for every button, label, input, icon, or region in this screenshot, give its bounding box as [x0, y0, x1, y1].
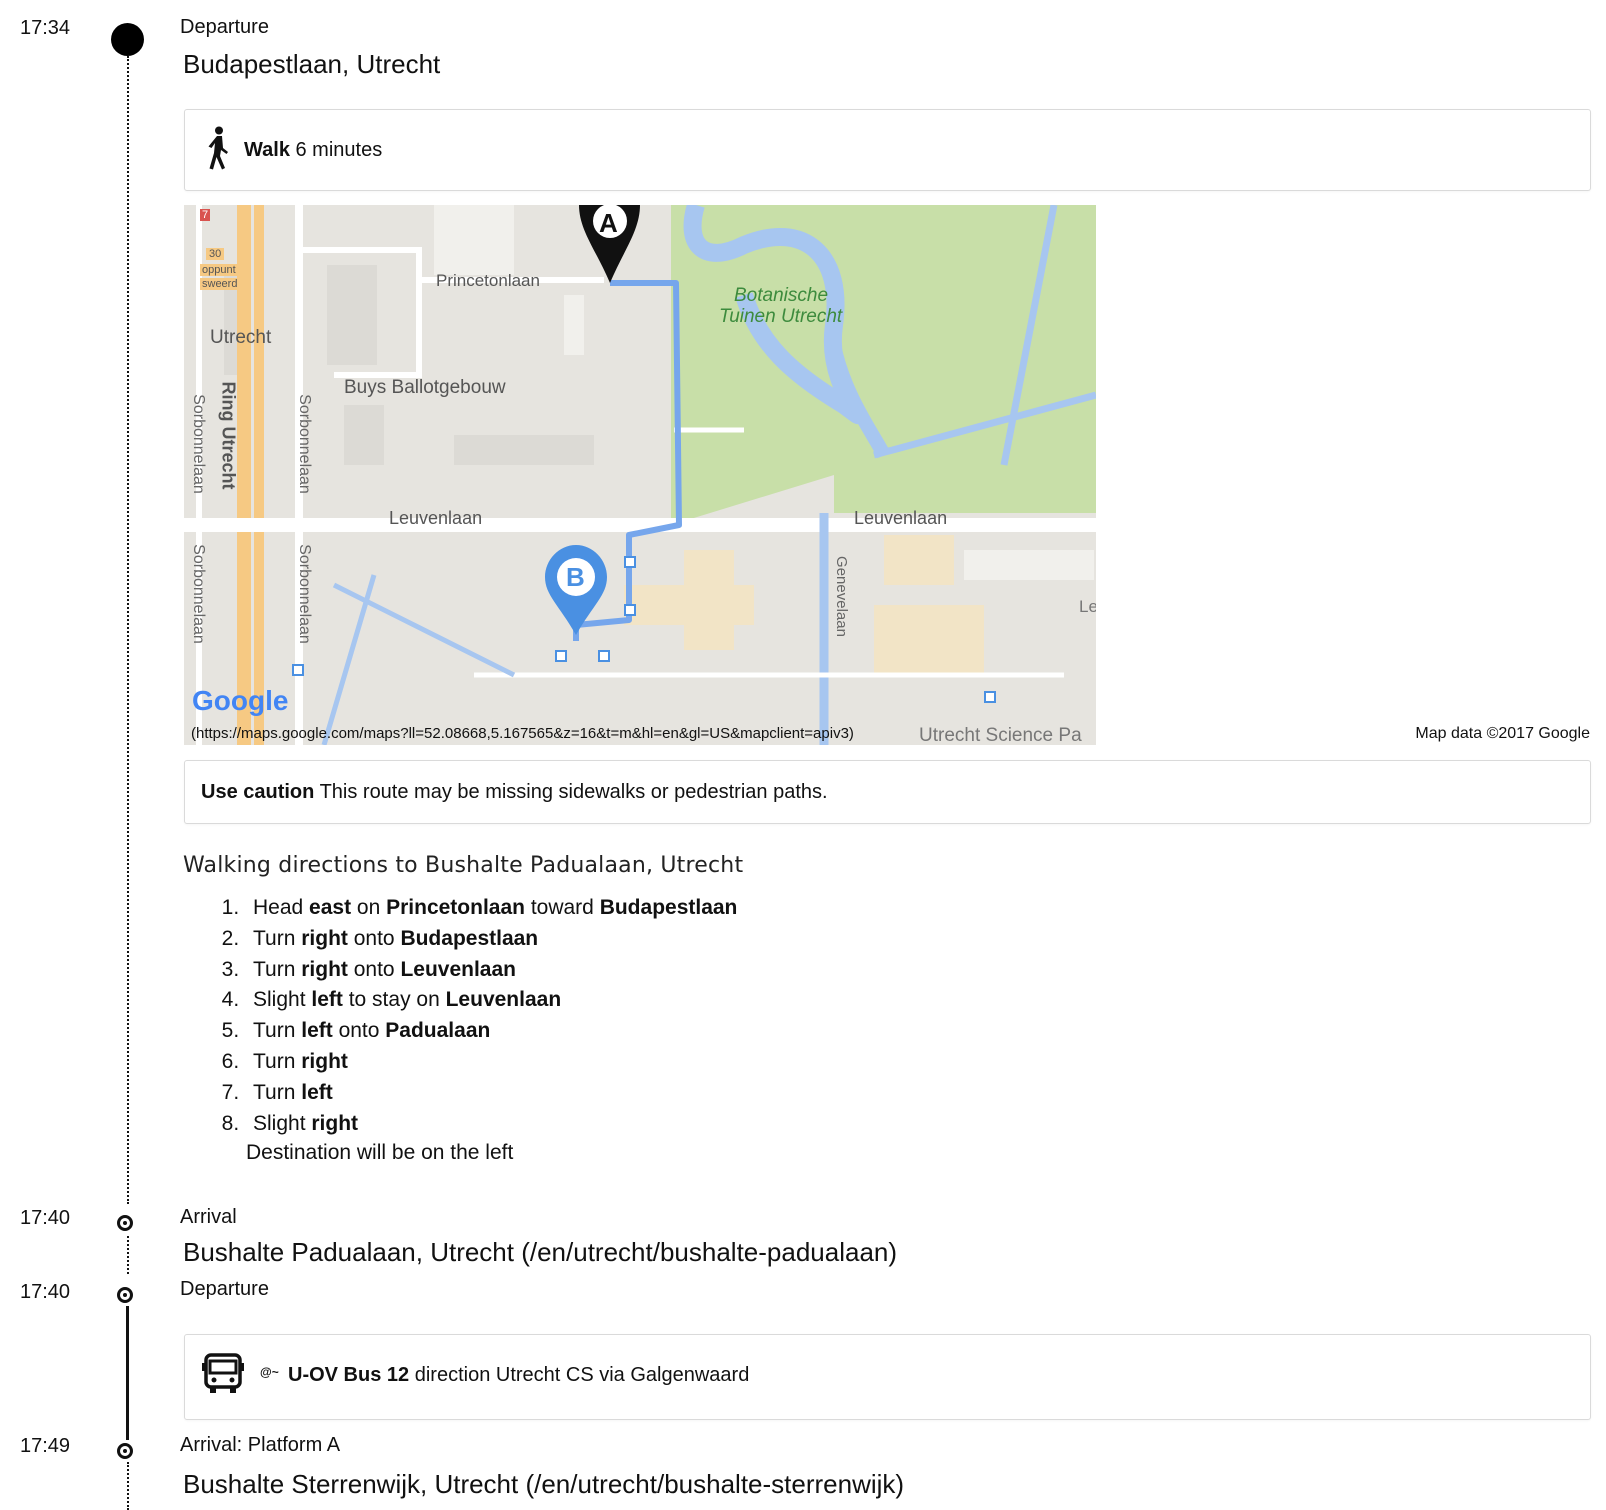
arrival-label: Arrival	[180, 1206, 237, 1228]
walking-person-icon	[205, 126, 231, 175]
timeline-transfer-line	[127, 1236, 129, 1274]
map-url[interactable]: (https://maps.google.com/maps?ll=52.0866…	[191, 725, 854, 742]
direction-step-text: Head	[253, 896, 310, 919]
bus-direction: direction Utrecht CS via Galgenwaard	[414, 1364, 750, 1386]
map-label-sorbonnelaan-2: Sorbonnelaan	[189, 394, 207, 494]
caution-message: Use caution This route may be missing si…	[201, 781, 828, 804]
direction-step-text: Turn	[253, 926, 302, 950]
transfer-departure-label: Departure	[180, 1278, 269, 1300]
direction-step-text: on	[351, 896, 387, 919]
map-label-utrecht: Utrecht	[210, 327, 272, 348]
direction-step-text: toward	[524, 896, 600, 919]
direction-step-emphasis: Padualaan	[385, 1019, 491, 1043]
direction-step-text: onto	[347, 926, 401, 950]
direction-step-text: to stay on	[342, 988, 446, 1012]
map-label-sorbonnelaan-3: Sorbonnelaan	[295, 544, 313, 644]
map-label-tuinen: Tuinen Utrecht	[719, 306, 843, 327]
marker-b[interactable]: B	[566, 562, 585, 593]
bus-card[interactable]: @~ U-OV Bus 12 direction Utrecht CS via …	[184, 1334, 1591, 1420]
marker-a[interactable]: A	[599, 208, 618, 239]
caution-title: Use caution	[201, 781, 315, 803]
caution-card: Use caution This route may be missing si…	[184, 760, 1591, 824]
map-label-sorbonnelaan-1: Sorbonnelaan	[295, 394, 313, 494]
arrival-place[interactable]: Bushalte Padualaan, Utrecht (/en/utrecht…	[183, 1237, 897, 1268]
direction-step: Turn right onto Budapestlaan	[245, 924, 737, 955]
direction-step-text: Turn	[253, 1080, 302, 1104]
caution-text: This route may be missing sidewalks or p…	[319, 781, 828, 803]
departure-label: Departure	[180, 16, 269, 38]
direction-step-text: Turn	[253, 1019, 302, 1043]
final-arrival-label: Arrival: Platform A	[180, 1434, 341, 1456]
direction-step-emphasis: left	[301, 1080, 333, 1104]
departure-time: 17:34	[20, 17, 71, 39]
map-label-le: Le	[1079, 597, 1096, 616]
direction-step-text: Turn	[253, 957, 302, 981]
direction-step-emphasis: right	[311, 1111, 359, 1135]
departure-place: Budapestlaan, Utrecht	[183, 49, 441, 79]
direction-step-text: onto	[332, 1019, 386, 1043]
direction-step-text: onto	[347, 957, 401, 981]
map-label-science: Utrecht Science Pa	[919, 725, 1082, 745]
operator-badge: @~	[260, 1365, 279, 1379]
direction-step-emphasis: right	[301, 1049, 348, 1073]
direction-step: Turn right onto Leuvenlaan	[245, 955, 737, 986]
direction-step-text: Slight	[253, 1111, 312, 1135]
direction-step-emphasis: left	[301, 1019, 333, 1043]
direction-step: Turn left	[245, 1078, 737, 1109]
direction-step: Turn left onto Padualaan	[245, 1016, 737, 1047]
map-label-sorbonnelaan-4: Sorbonnelaan	[189, 544, 207, 644]
arrival-node	[117, 1215, 133, 1231]
final-arrival-time: 17:49	[20, 1435, 71, 1457]
direction-step: Slight left to stay on Leuvenlaan	[245, 985, 737, 1016]
map-credit: Map data ©2017 Google	[1415, 725, 1590, 742]
direction-step-emphasis: right	[301, 926, 348, 950]
map-label-princetonlaan: Princetonlaan	[436, 271, 540, 290]
final-arrival-place[interactable]: Bushalte Sterrenwijk, Utrecht (/en/utrec…	[183, 1469, 904, 1500]
map-label-leuvenlaan-east: Leuvenlaan	[854, 508, 948, 528]
map-label-botanische: Botanische	[734, 285, 829, 306]
direction-step: Slight right	[245, 1109, 737, 1140]
direction-step-emphasis: left	[311, 988, 343, 1012]
bus-icon	[201, 1353, 245, 1400]
timeline-bus-line	[126, 1306, 129, 1440]
direction-step-emphasis: east	[309, 896, 352, 919]
destination-note: Destination will be on the left	[246, 1141, 514, 1164]
direction-step-text: Slight	[253, 988, 312, 1012]
transfer-departure-node	[117, 1287, 133, 1303]
direction-step-emphasis: Leuvenlaan	[445, 988, 562, 1012]
bus-summary: U-OV Bus 12 direction Utrecht CS via Gal…	[288, 1364, 749, 1387]
direction-step-emphasis: Leuvenlaan	[400, 957, 516, 981]
route-map[interactable]: A B Princetonlaan Buys Ballotgebouw Utre…	[184, 205, 1096, 745]
direction-step-emphasis: Budapestlaan	[400, 926, 539, 950]
direction-step-emphasis: Budapestlaan	[599, 896, 738, 919]
directions-title: Walking directions to Bushalte Padualaan…	[183, 853, 744, 878]
directions-list: Head east on Princetonlaan toward Budape…	[205, 893, 737, 1139]
walk-card[interactable]: Walk 6 minutes	[184, 109, 1591, 191]
timeline-walk-line	[127, 56, 129, 1204]
bus-line: U-OV Bus 12	[288, 1364, 410, 1386]
transfer-departure-time: 17:40	[20, 1281, 71, 1303]
map-label-oppunt: oppunt	[200, 264, 238, 276]
departure-node	[111, 23, 144, 56]
map-label-leuvenlaan-west: Leuvenlaan	[389, 508, 483, 528]
walk-mode: Walk	[244, 139, 290, 161]
direction-step: Turn right	[245, 1047, 737, 1078]
map-label-sweerd: sweerd	[200, 278, 240, 290]
map-label-buys: Buys Ballotgebouw	[344, 377, 506, 398]
map-label-7: 7	[200, 209, 211, 221]
direction-step-text: Turn	[253, 1049, 302, 1073]
google-logo: Google	[192, 685, 289, 716]
walk-summary: Walk 6 minutes	[244, 139, 382, 162]
final-arrival-node	[117, 1443, 133, 1459]
map-label-route30: 30	[206, 248, 225, 260]
direction-step-emphasis: right	[301, 957, 348, 981]
map-label-ring: Ring Utrecht	[218, 381, 239, 490]
arrival-time: 17:40	[20, 1207, 71, 1229]
direction-step: Head east on Princetonlaan toward Budape…	[245, 893, 737, 924]
walk-duration: 6 minutes	[295, 139, 383, 161]
direction-step-emphasis: Princetonlaan	[386, 896, 525, 919]
map-label-genevelaan: Genevelaan	[832, 556, 850, 637]
timeline-continue-line	[127, 1462, 129, 1510]
